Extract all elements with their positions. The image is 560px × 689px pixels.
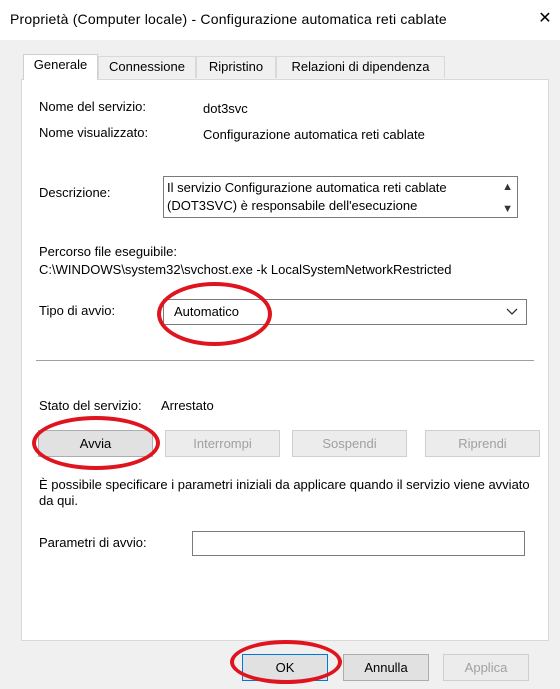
start-button[interactable]: Avvia: [38, 430, 153, 457]
window-title: Proprietà (Computer locale) - Configuraz…: [10, 11, 447, 27]
tab-connessione[interactable]: Connessione: [98, 56, 196, 78]
help-text: È possibile specificare i parametri iniz…: [39, 477, 530, 508]
stop-button[interactable]: Interrompi: [165, 430, 280, 457]
apply-button[interactable]: Applica: [443, 654, 529, 681]
start-params-label: Parametri di avvio:: [39, 535, 147, 550]
scroll-down-icon[interactable]: ▼: [502, 203, 513, 215]
cancel-button[interactable]: Annulla: [343, 654, 429, 681]
description-label: Descrizione:: [39, 185, 111, 200]
description-text: Il servizio Configurazione automatica re…: [167, 180, 447, 213]
scroll-up-icon[interactable]: ▲: [502, 181, 513, 193]
display-name-value: Configurazione automatica reti cablate: [203, 127, 425, 142]
exe-path-label: Percorso file eseguibile:: [39, 244, 178, 259]
separator: [36, 360, 534, 361]
description-box[interactable]: Il servizio Configurazione automatica re…: [163, 176, 518, 218]
tab-generale[interactable]: Generale: [23, 54, 98, 80]
resume-button[interactable]: Riprendi: [425, 430, 540, 457]
service-name-value: dot3svc: [203, 101, 248, 116]
startup-type-label: Tipo di avvio:: [39, 303, 116, 318]
exe-path-value: C:\WINDOWS\system32\svchost.exe -k Local…: [39, 262, 452, 277]
display-name-label: Nome visualizzato:: [39, 125, 149, 140]
chevron-down-icon: [506, 308, 518, 315]
close-icon[interactable]: ✕: [536, 10, 554, 28]
status-label: Stato del servizio:: [39, 398, 142, 413]
start-params-input[interactable]: [192, 531, 525, 556]
service-name-label: Nome del servizio:: [39, 99, 146, 114]
ok-button[interactable]: OK: [242, 654, 328, 681]
dialog-body: Generale Connessione Ripristino Relazion…: [0, 40, 560, 689]
status-value: Arrestato: [161, 398, 214, 413]
pause-button[interactable]: Sospendi: [292, 430, 407, 457]
general-panel: Nome del servizio: dot3svc Nome visualiz…: [21, 79, 549, 641]
startup-type-dropdown[interactable]: Automatico: [163, 299, 527, 325]
tab-ripristino[interactable]: Ripristino: [196, 56, 276, 78]
startup-type-value: Automatico: [174, 304, 240, 319]
tab-relazioni-dipendenza[interactable]: Relazioni di dipendenza: [276, 56, 445, 78]
title-bar: Proprietà (Computer locale) - Configuraz…: [0, 0, 560, 40]
